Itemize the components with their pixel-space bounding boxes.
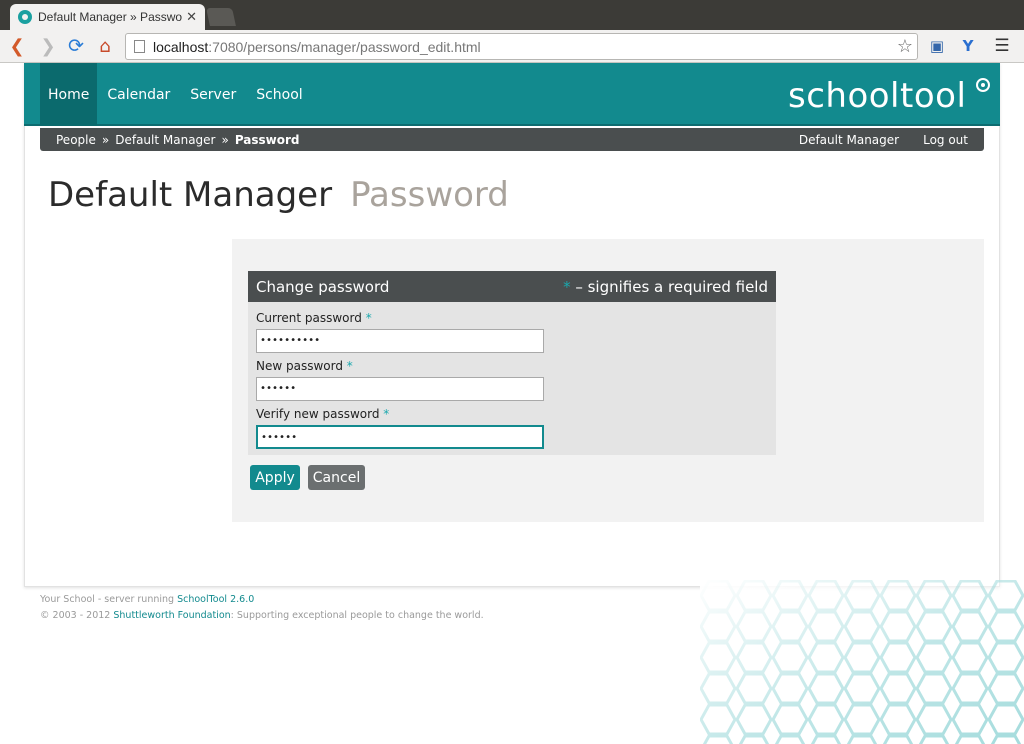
cancel-button[interactable]: Cancel (308, 465, 365, 490)
breadcrumb-current: Password (234, 132, 300, 147)
nav-calendar[interactable]: Calendar (97, 63, 180, 126)
forward-icon[interactable]: ❯ (36, 34, 60, 58)
reload-icon[interactable]: ⟳ (64, 34, 88, 58)
bookmark-star-icon[interactable]: ☆ (897, 36, 913, 57)
breadcrumb-separator: » (221, 132, 229, 147)
verify-password-input[interactable]: •••••• (256, 425, 544, 449)
required-hint: * – signifies a required field (563, 278, 768, 296)
apply-button[interactable]: Apply (250, 465, 300, 490)
logo-text: schooltool (788, 76, 967, 116)
back-icon[interactable]: ❮ (5, 34, 29, 58)
breadcrumb-separator: » (101, 132, 110, 147)
user-name-link[interactable]: Default Manager (799, 133, 899, 147)
extension-icon[interactable]: Y (958, 36, 978, 56)
required-hint-text: – signifies a required field (570, 277, 768, 296)
schooltool-version-link[interactable]: SchoolTool 2.6.0 (177, 594, 254, 605)
browser-tabstrip: Default Manager » Passwo ✕ (0, 0, 1024, 30)
breadcrumb-people[interactable]: People (56, 133, 96, 147)
fieldset-legend: Change password * – signifies a required… (248, 271, 776, 302)
nav-school[interactable]: School (246, 63, 312, 126)
tab-close-icon[interactable]: ✕ (186, 10, 197, 25)
address-bar[interactable]: localhost:7080/persons/manager/password_… (125, 33, 918, 60)
page-icon (134, 40, 145, 53)
url-path: :7080/persons/manager/password_edit.html (208, 38, 481, 55)
user-links: Default Manager Log out (775, 133, 968, 147)
nav-server[interactable]: Server (180, 63, 246, 126)
menu-icon[interactable]: ☰ (992, 36, 1012, 56)
browser-toolbar: ❮ ❯ ⟳ ⌂ localhost:7080/persons/manager/p… (0, 30, 1024, 63)
footer-line-1: Your School - server running SchoolTool … (40, 594, 255, 605)
schooltool-logo[interactable]: schooltool (788, 74, 991, 118)
page-title: Default Manager Password (48, 175, 509, 215)
breadcrumb-default-manager[interactable]: Default Manager (115, 133, 215, 147)
new-password-field: New password * •••••• (256, 359, 544, 401)
main-nav: Home Calendar Server School (40, 63, 313, 126)
current-password-input[interactable]: •••••••••• (256, 329, 544, 353)
current-password-label: Current password * (256, 311, 372, 325)
verify-password-label: Verify new password * (256, 407, 390, 421)
verify-password-field: Verify new password * •••••• (256, 407, 544, 449)
footer-line-2: © 2003 - 2012 Shuttleworth Foundation: S… (40, 610, 484, 621)
breadcrumb-bar: People » Default Manager » Password Defa… (40, 128, 984, 151)
page-footer: Your School - server running SchoolTool … (40, 592, 484, 624)
new-password-label: New password * (256, 359, 353, 373)
logo-mark-icon (976, 78, 991, 92)
current-password-field: Current password * •••••••••• (256, 311, 544, 353)
home-icon[interactable]: ⌂ (93, 34, 117, 58)
cast-icon[interactable]: ▣ (927, 36, 947, 56)
breadcrumb: People » Default Manager » Password (56, 133, 300, 147)
shuttleworth-link[interactable]: Shuttleworth Foundation (113, 610, 230, 621)
url-host: localhost (153, 38, 209, 55)
browser-tab[interactable]: Default Manager » Passwo ✕ (10, 4, 205, 30)
schooltool-favicon-icon (18, 10, 32, 24)
fieldset-title: Change password (256, 277, 390, 296)
hexagon-pattern-decoration (700, 580, 1024, 744)
new-tab-button[interactable] (206, 8, 236, 26)
new-password-input[interactable]: •••••• (256, 377, 544, 401)
required-star: * (563, 277, 571, 296)
tab-title: Default Manager » Passwo (38, 10, 183, 24)
page-title-name: Default Manager (48, 175, 333, 215)
page-title-subtitle: Password (350, 175, 509, 215)
change-password-fieldset: Change password * – signifies a required… (248, 271, 776, 455)
logout-link[interactable]: Log out (923, 133, 968, 147)
nav-home[interactable]: Home (40, 63, 98, 126)
